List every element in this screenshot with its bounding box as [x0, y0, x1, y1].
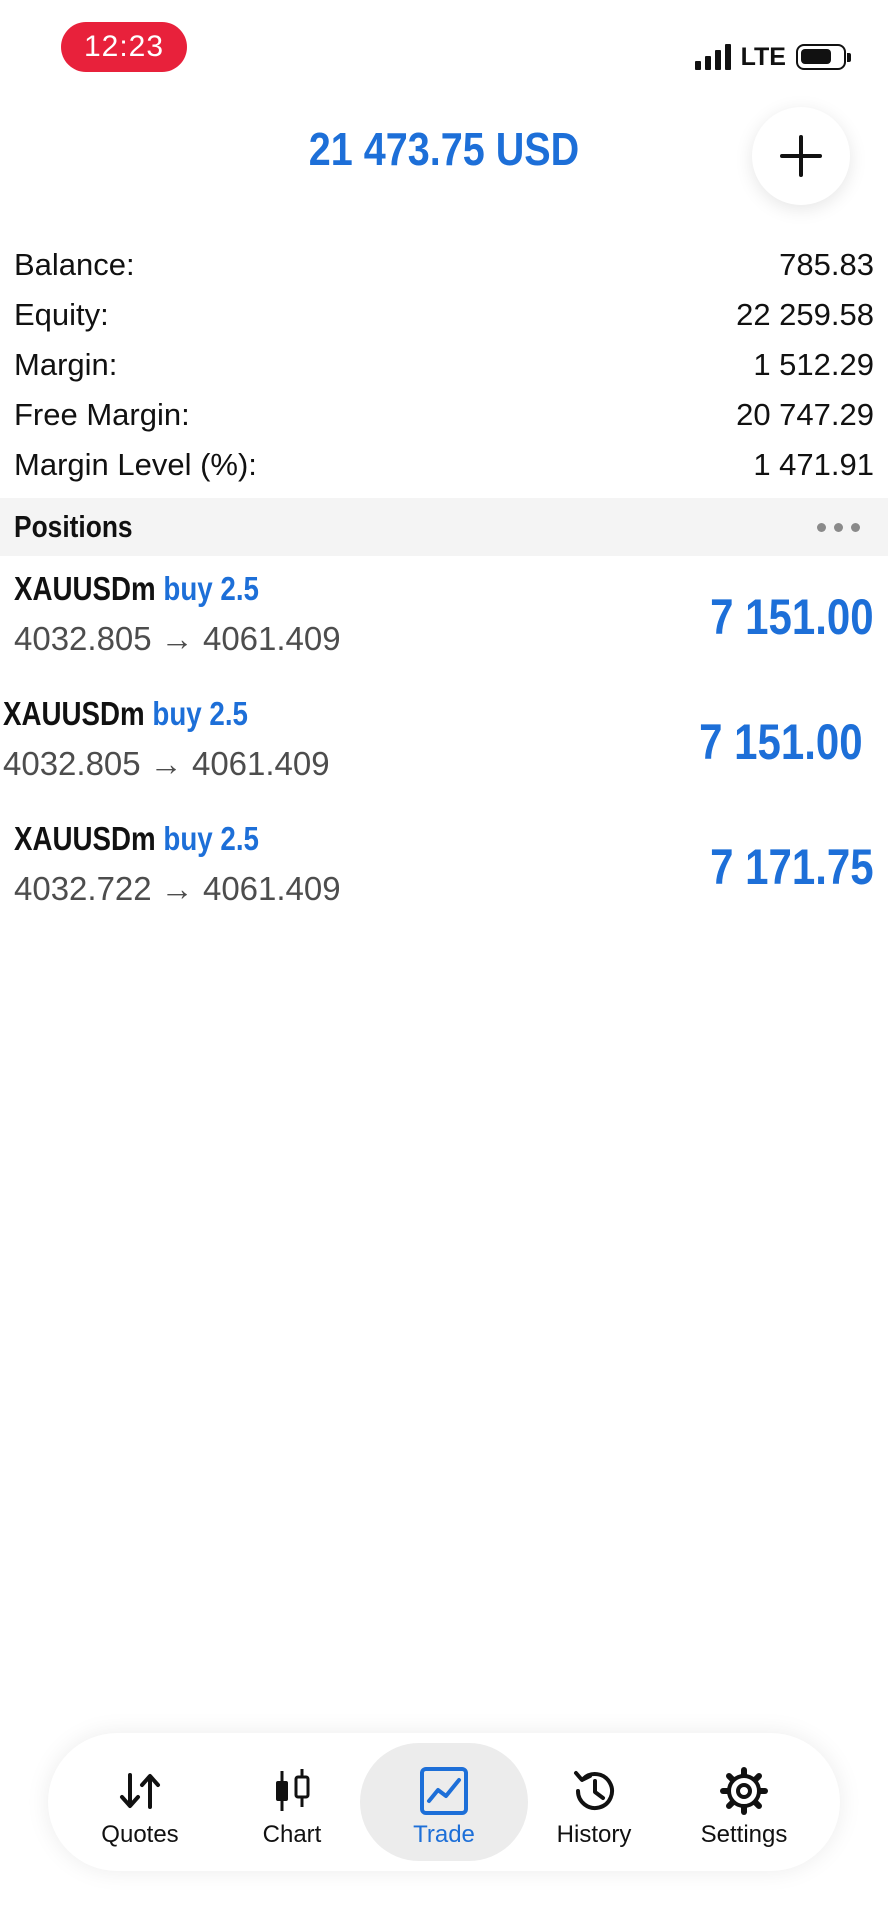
positions-header: Positions — [0, 498, 888, 556]
position-type: buy 2.5 — [163, 570, 259, 607]
position-profit: 7 171.75 — [710, 839, 874, 895]
tab-bar: Quotes Chart Trade History Settings — [48, 1733, 840, 1871]
summary-row-margin-level: Margin Level (%): 1 471.91 — [14, 440, 874, 490]
position-type: buy 2.5 — [152, 695, 248, 732]
summary-value: 785.83 — [779, 247, 874, 282]
position-row[interactable]: XAUUSDm buy 2.5 4032.805 → 4061.409 7 15… — [14, 570, 874, 690]
tab-label: Settings — [700, 1821, 788, 1848]
status-indicators: LTE — [694, 40, 851, 74]
summary-value: 1 512.29 — [753, 347, 874, 382]
gear-icon — [720, 1767, 768, 1815]
position-symbol: XAUUSDm — [14, 570, 156, 607]
trade-chart-icon — [420, 1767, 468, 1815]
network-type: LTE — [740, 42, 786, 71]
position-prices: 4032.722 → 4061.409 — [14, 870, 341, 907]
position-profit: 7 151.00 — [710, 589, 874, 645]
tab-quotes[interactable]: Quotes — [60, 1743, 220, 1861]
summary-value: 20 747.29 — [736, 397, 874, 432]
summary-value: 22 259.58 — [736, 297, 874, 332]
summary-label: Equity: — [14, 297, 109, 332]
tab-history[interactable]: History — [514, 1743, 674, 1861]
summary-label: Margin Level (%): — [14, 447, 257, 482]
position-prices: 4032.805 → 4061.409 — [14, 620, 341, 657]
position-symbol: XAUUSDm — [14, 820, 156, 857]
tab-label: History — [556, 1821, 632, 1848]
positions-title: Positions — [14, 509, 133, 544]
summary-label: Margin: — [14, 347, 118, 382]
position-prices: 4032.805 → 4061.409 — [3, 745, 330, 782]
tab-label: Trade — [413, 1821, 475, 1848]
tab-trade[interactable]: Trade — [360, 1743, 528, 1861]
account-total: 21 473.75 USD — [308, 123, 580, 175]
summary-row-equity: Equity: 22 259.58 — [14, 290, 874, 340]
summary-row-balance: Balance: 785.83 — [14, 240, 874, 290]
tab-label: Quotes — [101, 1821, 179, 1848]
position-row[interactable]: XAUUSDm buy 2.5 4032.805 → 4061.409 7 15… — [3, 695, 863, 815]
summary-value: 1 471.91 — [753, 447, 874, 482]
candlestick-icon — [276, 1769, 310, 1811]
position-symbol: XAUUSDm — [3, 695, 145, 732]
position-type: buy 2.5 — [163, 820, 259, 857]
plus-icon[interactable] — [752, 107, 850, 205]
tab-settings[interactable]: Settings — [664, 1743, 824, 1861]
account-summary: Balance: 785.83 Equity: 22 259.58 Margin… — [14, 240, 874, 490]
summary-row-free-margin: Free Margin: 20 747.29 — [14, 390, 874, 440]
summary-label: Balance: — [14, 247, 135, 282]
position-row[interactable]: XAUUSDm buy 2.5 4032.722 → 4061.409 7 17… — [14, 820, 874, 940]
summary-label: Free Margin: — [14, 397, 190, 432]
history-icon — [574, 1771, 614, 1811]
quotes-arrows-icon — [120, 1773, 160, 1809]
status-bar: 12:23 LTE — [0, 0, 888, 96]
status-time: 12:23 — [61, 22, 187, 72]
battery-icon — [796, 44, 851, 70]
signal-icon — [694, 44, 731, 70]
summary-row-margin: Margin: 1 512.29 — [14, 340, 874, 390]
more-dots-icon[interactable] — [817, 522, 860, 532]
tab-chart[interactable]: Chart — [212, 1743, 372, 1861]
position-profit: 7 151.00 — [699, 714, 863, 770]
tab-label: Chart — [262, 1821, 322, 1848]
